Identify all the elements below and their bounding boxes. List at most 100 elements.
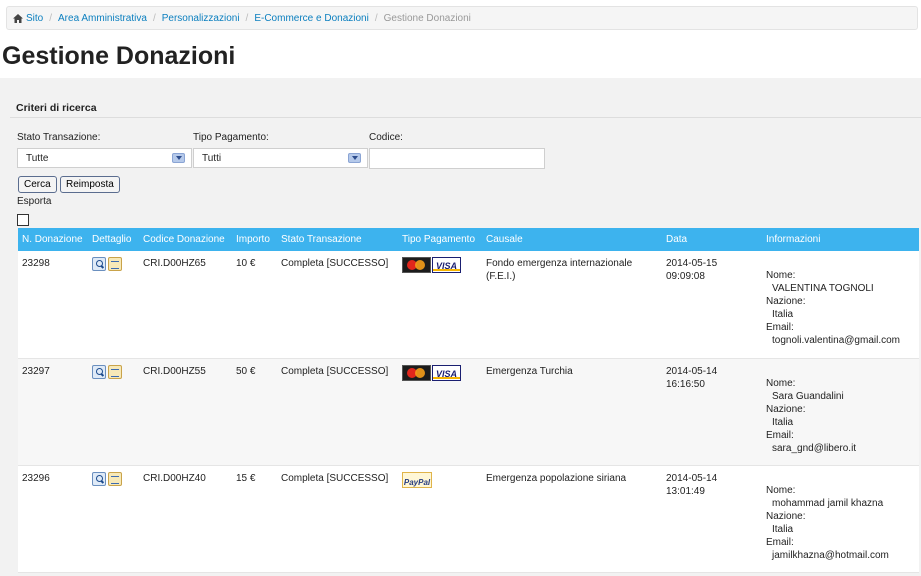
breadcrumb-link-ecommerce[interactable]: E-Commerce e Donazioni xyxy=(254,13,369,24)
visa-icon: VISA xyxy=(432,364,461,381)
email-label: Email: xyxy=(766,536,794,548)
breadcrumb-link-personalizzazioni[interactable]: Personalizzazioni xyxy=(162,13,240,24)
home-icon xyxy=(13,13,23,23)
cell-data: 2014-05-14 13:01:49 xyxy=(662,465,762,572)
time-text: 13:01:49 xyxy=(666,485,705,497)
email-label: Email: xyxy=(766,322,794,333)
magnifier-icon[interactable] xyxy=(92,364,106,379)
magnifier-icon[interactable] xyxy=(92,471,106,486)
cell-stato: Completa [SUCCESSO] xyxy=(281,365,389,377)
divider xyxy=(10,117,921,118)
email-value: sara_gnd@libero.it xyxy=(772,442,857,454)
header-dettaglio: Dettaglio xyxy=(92,234,132,245)
cell-informazioni: Nome: mohammad jamil khazna Nazione: Ita… xyxy=(762,465,919,572)
cell-codice: CRI.D00HZ55 xyxy=(143,365,206,377)
cell-causale: Fondo emergenza internazionale (F.E.I.) xyxy=(486,258,633,282)
page-title: Gestione Donazioni xyxy=(2,42,236,70)
cell-importo: 10 € xyxy=(236,258,256,269)
breadcrumb-separator: / xyxy=(245,12,249,24)
email-value: tognoli.valentina@gmail.com xyxy=(772,335,900,346)
cell-stato: Completa [SUCCESSO] xyxy=(281,258,389,269)
breadcrumb-link-sito[interactable]: Sito xyxy=(26,13,43,24)
table-header-row: N. Donazione Dettaglio Codice Donazione … xyxy=(18,228,919,251)
cell-informazioni: Nome: Sara Guandalini Nazione: Italia Em… xyxy=(762,358,919,465)
header-n-donazione[interactable]: N. Donazione xyxy=(18,228,88,251)
cell-importo: 50 € xyxy=(236,365,256,377)
header-codice-donazione[interactable]: Codice Donazione xyxy=(139,228,232,251)
receipt-icon[interactable] xyxy=(108,471,122,486)
date-text: 2014-05-15 xyxy=(666,258,718,269)
tipo-pagamento-label: Tipo Pagamento: xyxy=(193,132,269,143)
breadcrumb: Sito / Area Amministrativa / Personalizz… xyxy=(6,6,918,30)
stato-transazione-value: Tutte xyxy=(26,153,49,164)
cell-data: 2014-05-15 09:09:08 xyxy=(662,251,762,358)
nome-value: Sara Guandalini xyxy=(772,390,844,402)
esporta-label: Esporta xyxy=(17,196,52,207)
time-text: 09:09:08 xyxy=(666,271,705,282)
receipt-icon[interactable] xyxy=(108,257,122,271)
mastercard-icon xyxy=(402,257,431,273)
visa-icon: VISA xyxy=(432,257,461,273)
cell-stato: Completa [SUCCESSO] xyxy=(281,472,389,484)
cell-tipo-pagamento: PayPal xyxy=(398,465,482,572)
date-text: 2014-05-14 xyxy=(666,365,718,377)
table-row: 23298 CRI.D00HZ65 10 € Completa [SUCCESS… xyxy=(18,251,919,358)
header-importo[interactable]: Importo xyxy=(232,228,277,251)
nome-label: Nome: xyxy=(766,377,796,389)
chevron-down-icon xyxy=(172,153,185,163)
breadcrumb-separator: / xyxy=(374,12,378,24)
date-text: 2014-05-14 xyxy=(666,472,718,484)
nome-label: Nome: xyxy=(766,484,796,496)
cell-dettaglio xyxy=(88,251,139,358)
cell-tipo-pagamento: VISA xyxy=(398,358,482,465)
cell-dettaglio xyxy=(88,358,139,465)
mastercard-icon xyxy=(402,364,431,381)
cerca-button[interactable]: Cerca xyxy=(18,176,57,193)
breadcrumb-separator: / xyxy=(49,12,53,24)
reimposta-button[interactable]: Reimposta xyxy=(60,176,120,193)
paypal-icon: PayPal xyxy=(402,471,432,488)
breadcrumb-separator: / xyxy=(152,12,156,24)
cell-data: 2014-05-14 16:16:50 xyxy=(662,358,762,465)
donazioni-table: N. Donazione Dettaglio Codice Donazione … xyxy=(18,228,919,573)
cell-dettaglio xyxy=(88,465,139,572)
nazione-value: Italia xyxy=(772,309,794,320)
receipt-icon[interactable] xyxy=(108,364,122,379)
nazione-label: Nazione: xyxy=(766,296,806,307)
codice-label: Codice: xyxy=(369,132,403,143)
header-tipo-pagamento[interactable]: Tipo Pagamento xyxy=(398,228,482,251)
nazione-label: Nazione: xyxy=(766,510,806,522)
stato-transazione-select[interactable]: Tutte xyxy=(17,148,192,168)
stato-transazione-label: Stato Transazione: xyxy=(17,132,101,143)
cell-codice: CRI.D00HZ65 xyxy=(143,258,206,269)
cell-causale: Emergenza popolazione siriana xyxy=(486,472,627,484)
breadcrumb-bar: Sito / Area Amministrativa / Personalizz… xyxy=(0,0,921,34)
esporta-checkbox[interactable] xyxy=(17,214,29,226)
email-label: Email: xyxy=(766,429,794,441)
nazione-value: Italia xyxy=(772,416,794,428)
header-stato-transazione[interactable]: Stato Transazione xyxy=(277,228,398,251)
breadcrumb-link-area-amministrativa[interactable]: Area Amministrativa xyxy=(58,13,147,24)
cell-informazioni: Nome: VALENTINA TOGNOLI Nazione: Italia … xyxy=(762,251,919,358)
cell-causale: Emergenza Turchia xyxy=(486,365,573,377)
chevron-down-icon xyxy=(348,153,361,163)
nome-value: mohammad jamil khazna xyxy=(772,497,884,509)
cell-n-donazione: 23297 xyxy=(22,365,50,377)
time-text: 16:16:50 xyxy=(666,378,705,390)
nazione-label: Nazione: xyxy=(766,403,806,415)
table-row: 23297 CRI.D00HZ55 50 € Completa [SUCCESS… xyxy=(18,358,919,465)
nazione-value: Italia xyxy=(772,523,794,535)
cell-tipo-pagamento: VISA xyxy=(398,251,482,358)
cell-codice: CRI.D00HZ40 xyxy=(143,472,206,484)
tipo-pagamento-select[interactable]: Tutti xyxy=(193,148,368,168)
cell-n-donazione: 23296 xyxy=(22,472,50,484)
tipo-pagamento-value: Tutti xyxy=(202,153,222,164)
search-legend: Criteri di ricerca xyxy=(16,102,97,114)
header-data[interactable]: Data xyxy=(662,228,762,251)
breadcrumb-current: Gestione Donazioni xyxy=(383,12,471,24)
cell-importo: 15 € xyxy=(236,472,256,484)
magnifier-icon[interactable] xyxy=(92,257,106,271)
codice-input[interactable] xyxy=(369,148,545,169)
header-causale[interactable]: Causale xyxy=(482,228,662,251)
nome-label: Nome: xyxy=(766,270,796,281)
